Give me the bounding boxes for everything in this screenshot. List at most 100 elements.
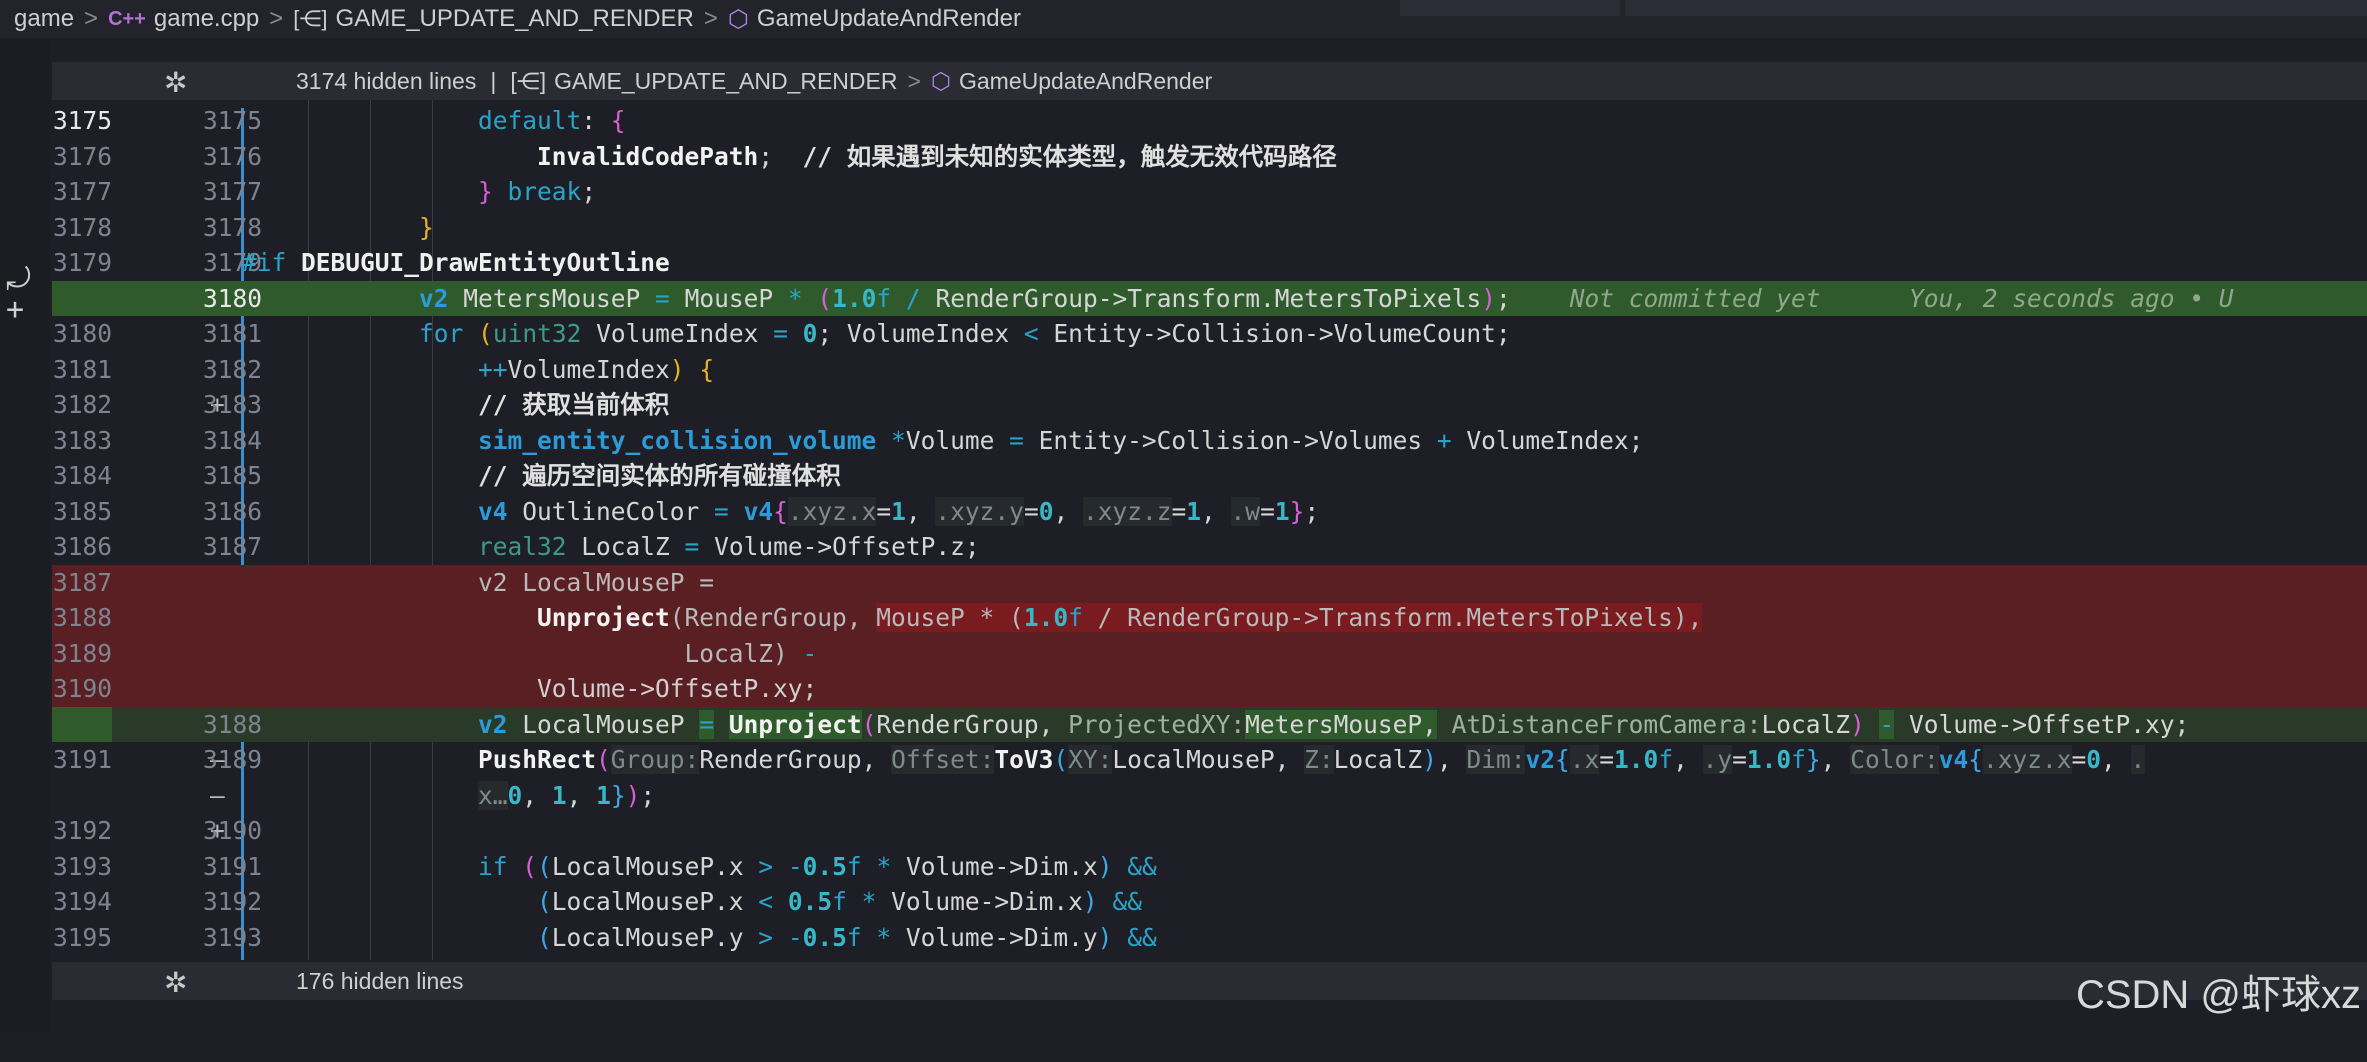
line-number-old: 3179 xyxy=(52,248,112,277)
line-number-old xyxy=(52,280,112,316)
watermark: CSDN @虾球xz xyxy=(2075,973,2361,1017)
fold-namespace: GAME_UPDATE_AND_RENDER xyxy=(554,67,898,94)
git-blame-author: You, 2 seconds ago • U xyxy=(1909,283,2234,313)
line-number-old xyxy=(52,706,112,742)
code-line-added[interactable]: 3180 + v2 MetersMouseP = MouseP * (1.0f … xyxy=(52,280,2367,419)
code-text: (LocalMouseP.x < 0.5f * Volume->Dim.x) &… xyxy=(537,887,1142,916)
fold-function: GameUpdateAndRender xyxy=(959,67,1213,94)
breadcrumb-folder[interactable]: game xyxy=(14,5,74,33)
code-text: } xyxy=(419,212,434,242)
hidden-lines-label: 176 hidden lines xyxy=(296,967,464,994)
line-number-old: 3178 xyxy=(52,212,112,242)
code-line-deleted[interactable]: 3190 — Volume->OffsetP.xy; xyxy=(52,671,2367,810)
code-text: Volume->OffsetP.xy; xyxy=(242,674,818,703)
editor-tab[interactable] xyxy=(1625,0,2367,16)
code-line[interactable]: 3195 3193 (LocalMouseP.y > -0.5f * Volum… xyxy=(52,920,2367,956)
code-text: Unproject(RenderGroup, MouseP * (1.0f / … xyxy=(537,603,1703,632)
code-line-deleted[interactable]: 3188 — Unproject(RenderGroup, MouseP * (… xyxy=(52,600,2367,739)
code-text: LocalZ) - xyxy=(242,638,818,668)
unfold-icon[interactable]: ✲ xyxy=(164,66,187,99)
fold-region-bottom[interactable]: ✲ 176 hidden lines xyxy=(52,962,2367,1000)
line-number-old: 3182 xyxy=(52,390,112,419)
line-number-old: 3185 xyxy=(52,496,112,526)
line-number-old: 3192 xyxy=(52,816,112,845)
breadcrumb-namespace[interactable]: GAME_UPDATE_AND_RENDER xyxy=(336,5,694,33)
code-line[interactable]: 3177 3177 } break; xyxy=(52,174,2367,210)
code-line-added[interactable]: 3188 + v2 LocalMouseP = Unproject(Render… xyxy=(52,706,2367,845)
code-text: sim_entity_collision_volume *Volume = En… xyxy=(478,425,1644,455)
left-gutter xyxy=(0,38,50,1032)
code-text: (LocalMouseP.y > -0.5f * Volume->Dim.y) … xyxy=(537,922,1157,952)
code-text: if ((LocalMouseP.x > -0.5f * Volume->Dim… xyxy=(478,851,1157,881)
code-text: v2 LocalMouseP = Unproject(RenderGroup, … xyxy=(478,709,2190,739)
code-line[interactable]: 3184 3185 // 遍历空间实体的所有碰撞体积 xyxy=(52,458,2367,494)
pipe: | xyxy=(490,67,497,94)
code-line[interactable]: 3180 3181 for (uint32 VolumeIndex = 0; V… xyxy=(52,316,2367,352)
cpp-file-icon: C++ xyxy=(108,7,146,30)
chevron-right-icon: > xyxy=(84,5,99,32)
code-line-deleted[interactable]: 3187 — v2 LocalMouseP = xyxy=(52,564,2367,703)
hidden-lines-label: 3174 hidden lines xyxy=(296,67,477,94)
code-text: v2 MetersMouseP = MouseP * (1.0f / Rende… xyxy=(419,283,2234,313)
code-text: InvalidCodePath; // 如果遇到未知的实体类型，触发无效代码路径 xyxy=(537,141,1337,171)
code-text: default: { xyxy=(478,106,626,135)
chevron-right-icon: > xyxy=(269,5,284,32)
code-text: PushRect(Group:RenderGroup, Offset:ToV3(… xyxy=(478,745,2146,774)
line-number-old: 3180 xyxy=(52,319,112,348)
line-number-old: 3184 xyxy=(52,461,112,490)
unfold-icon[interactable]: ✲ xyxy=(164,966,187,999)
line-number-old: 3189 xyxy=(52,638,112,668)
editor-tab[interactable] xyxy=(1400,0,1620,16)
code-line[interactable]: 3181 3182 ++VolumeIndex) { xyxy=(52,352,2367,388)
function-cube-icon: ⬡ xyxy=(930,67,951,94)
code-comment: // 遍历空间实体的所有碰撞体积 xyxy=(478,461,841,490)
line-number-old: 3177 xyxy=(52,177,112,206)
line-number-old: 3187 xyxy=(52,567,112,597)
code-text: v2 LocalMouseP = xyxy=(242,567,715,597)
code-comment: // 获取当前体积 xyxy=(478,390,670,419)
fold-region-top[interactable]: ✲ 3174 hidden lines | [⋲] GAME_UPDATE_AN… xyxy=(52,62,2367,100)
add-icon[interactable]: + xyxy=(6,292,24,327)
breadcrumb-function[interactable]: GameUpdateAndRender xyxy=(757,5,1021,33)
code-text: v4 OutlineColor = v4{.xyz.x=1, .xyz.y=0,… xyxy=(478,496,1320,526)
code-line[interactable]: 3185 3186 v4 OutlineColor = v4{.xyz.x=1,… xyxy=(52,494,2367,530)
code-text: // 遍历空间实体的所有碰撞体积 xyxy=(242,458,841,494)
code-line[interactable]: 3176 3176 InvalidCodePath; // 如果遇到未知的实体类… xyxy=(52,139,2367,175)
namespace-icon: [⋲] xyxy=(510,67,547,94)
code-text: for (uint32 VolumeIndex = 0; VolumeIndex… xyxy=(419,319,1511,348)
code-comment: // 如果遇到未知的实体类型，触发无效代码路径 xyxy=(802,141,1337,171)
line-number-old: 3186 xyxy=(52,532,112,561)
code-line-deleted[interactable]: 3189 — LocalZ) - xyxy=(52,635,2367,774)
code-line[interactable]: 3193 3191 if ((LocalMouseP.x > -0.5f * V… xyxy=(52,849,2367,885)
line-number-old: 3193 xyxy=(52,851,112,881)
code-line[interactable]: 3194 3192 (LocalMouseP.x < 0.5f * Volume… xyxy=(52,884,2367,920)
code-text: #if DEBUGUI_DrawEntityOutline xyxy=(242,248,670,277)
code-line[interactable]: 3186 3187 real32 LocalZ = Volume->Offset… xyxy=(52,529,2367,565)
namespace-icon: [⋲] xyxy=(293,6,328,31)
line-number-old: 3183 xyxy=(52,425,112,455)
code-text: x…0, 1, 1}); xyxy=(478,780,656,810)
code-line-wrap[interactable]: x…0, 1, 1}); xyxy=(52,778,2367,814)
line-number-old: 3181 xyxy=(52,354,112,384)
line-number-old: 3194 xyxy=(52,887,112,916)
line-number-old: 3188 xyxy=(52,603,112,632)
code-line[interactable]: 3178 3178 } xyxy=(52,210,2367,246)
chevron-right-icon: > xyxy=(907,67,921,94)
code-line[interactable]: 3192 3190 xyxy=(52,813,2367,849)
code-line[interactable]: 3175 3175 default: { xyxy=(52,103,2367,139)
line-number-old: 3190 xyxy=(52,674,112,703)
code-text: // 获取当前体积 xyxy=(242,387,669,423)
code-line[interactable]: 3183 3184 sim_entity_collision_volume *V… xyxy=(52,423,2367,459)
code-line[interactable]: 3182 3183 // 获取当前体积 xyxy=(52,387,2367,423)
line-number-old: 3191 xyxy=(52,745,112,774)
function-cube-icon: ⬡ xyxy=(727,5,749,33)
code-line[interactable]: 3191 3189 PushRect(Group:RenderGroup, Of… xyxy=(52,742,2367,778)
code-text: } break; xyxy=(478,177,597,206)
code-line[interactable]: 3179 3179 #if DEBUGUI_DrawEntityOutline xyxy=(52,245,2367,281)
code-text: real32 LocalZ = Volume->OffsetP.z; xyxy=(478,532,980,561)
breadcrumb-file[interactable]: game.cpp xyxy=(154,5,259,33)
line-number-old: 3176 xyxy=(52,141,112,171)
chevron-right-icon: > xyxy=(703,5,718,32)
line-number-old: 3175 xyxy=(52,106,112,135)
